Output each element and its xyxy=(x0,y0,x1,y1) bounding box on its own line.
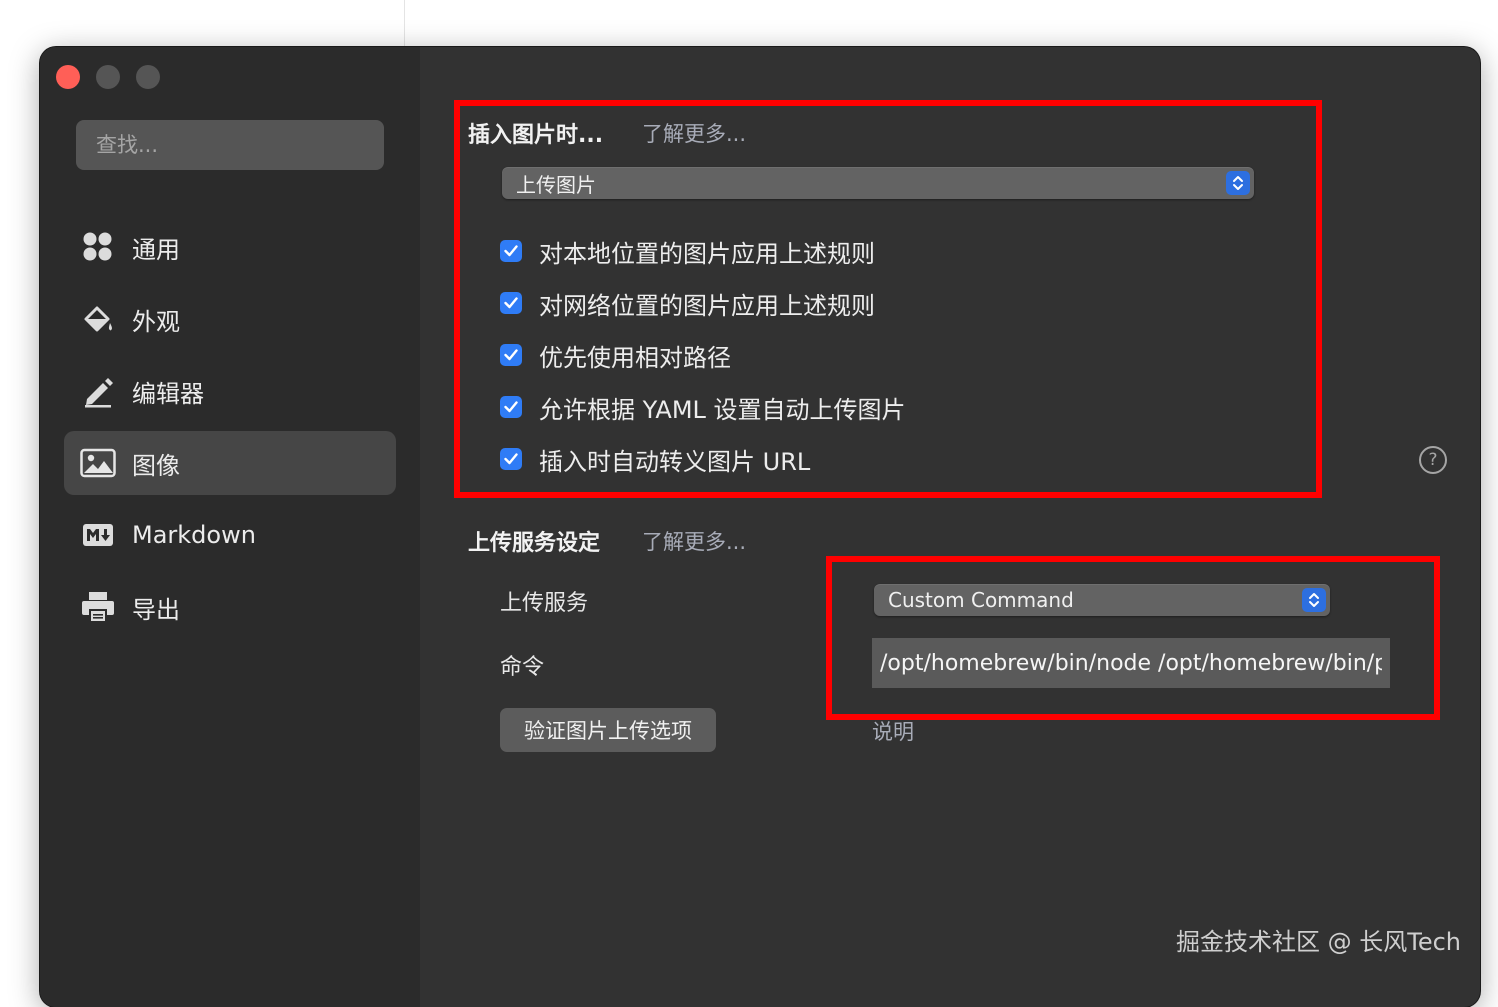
zoom-window-button[interactable] xyxy=(136,65,160,89)
chevron-up-down-icon xyxy=(1226,171,1250,195)
insert-image-learn-more-link[interactable]: 了解更多... xyxy=(642,118,746,148)
sidebar-item-editor[interactable]: 编辑器 xyxy=(64,359,396,423)
upload-service-label: 上传服务 xyxy=(500,591,589,616)
sidebar-item-label: 编辑器 xyxy=(132,379,204,408)
sidebar-item-appearance[interactable]: 外观 xyxy=(64,287,396,351)
markdown-icon xyxy=(80,517,116,553)
option-label: 插入时自动转义图片 URL xyxy=(539,447,811,476)
option-apply-network-images[interactable]: 对网络位置的图片应用上述规则 xyxy=(500,287,875,320)
chevron-up-down-icon xyxy=(1302,588,1326,612)
upload-service-select[interactable]: Custom Command xyxy=(874,584,1330,616)
sidebar-item-label: 通用 xyxy=(132,235,180,264)
insert-image-title: 插入图片时... xyxy=(468,123,604,148)
minimize-window-button[interactable] xyxy=(96,65,120,89)
upload-service-learn-more-link[interactable]: 了解更多... xyxy=(642,526,746,556)
option-label: 优先使用相对路径 xyxy=(539,343,731,372)
checkbox-checked[interactable] xyxy=(500,292,522,314)
option-apply-local-images[interactable]: 对本地位置的图片应用上述规则 xyxy=(500,235,875,268)
sidebar-item-image[interactable]: 图像 xyxy=(64,431,396,495)
sidebar-item-label: 导出 xyxy=(132,595,180,624)
checkbox-checked[interactable] xyxy=(500,344,522,366)
pencil-icon xyxy=(80,373,116,409)
sidebar-item-label: Markdown xyxy=(132,521,256,549)
verify-upload-button[interactable]: 验证图片上传选项 xyxy=(500,708,716,752)
insert-image-action-value: 上传图片 xyxy=(516,172,596,197)
upload-service-value: Custom Command xyxy=(888,588,1074,612)
option-label: 允许根据 YAML 设置自动上传图片 xyxy=(539,395,906,424)
search-input[interactable] xyxy=(76,120,384,170)
image-icon xyxy=(80,445,116,481)
close-window-button[interactable] xyxy=(56,65,80,89)
background-divider xyxy=(404,0,405,46)
option-label: 对本地位置的图片应用上述规则 xyxy=(539,239,875,268)
preferences-window: 通用 外观 编辑器 xyxy=(40,47,1480,1007)
checkbox-checked[interactable] xyxy=(500,448,522,470)
option-escape-image-url[interactable]: 插入时自动转义图片 URL xyxy=(500,443,811,476)
printer-icon xyxy=(80,589,116,625)
sidebar-item-label: 图像 xyxy=(132,451,180,480)
option-label: 对网络位置的图片应用上述规则 xyxy=(539,291,875,320)
command-label: 命令 xyxy=(500,655,545,680)
watermark: 掘金技术社区 @ 长风Tech xyxy=(1176,928,1462,956)
checkbox-checked[interactable] xyxy=(500,396,522,418)
sidebar-item-export[interactable]: 导出 xyxy=(64,575,396,639)
command-input[interactable] xyxy=(872,638,1390,688)
option-prefer-relative-path[interactable]: 优先使用相对路径 xyxy=(500,339,731,372)
insert-image-action-select[interactable]: 上传图片 xyxy=(502,167,1254,199)
sidebar-item-label: 外观 xyxy=(132,307,180,336)
option-auto-upload-yaml[interactable]: 允许根据 YAML 设置自动上传图片 xyxy=(500,391,906,424)
explain-link[interactable]: 说明 xyxy=(872,716,914,746)
grid-icon xyxy=(80,229,116,265)
checkbox-checked[interactable] xyxy=(500,240,522,262)
sidebar-item-markdown[interactable]: Markdown xyxy=(64,503,396,567)
help-icon[interactable]: ? xyxy=(1419,446,1447,474)
paint-bucket-icon xyxy=(80,301,116,337)
sidebar: 通用 外观 编辑器 xyxy=(40,47,420,1007)
upload-service-title: 上传服务设定 xyxy=(468,531,601,556)
sidebar-item-general[interactable]: 通用 xyxy=(64,215,396,279)
